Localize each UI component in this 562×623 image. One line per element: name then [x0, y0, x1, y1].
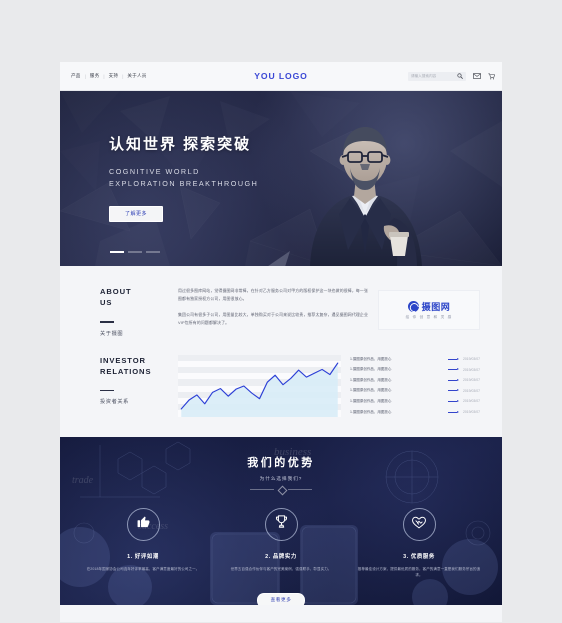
investor-title-en: INVESTOR RELATIONS [100, 355, 162, 377]
hero-title-en: COGNITIVE WORLD EXPLORATION BREAKTHROUGH [109, 166, 258, 190]
arrow-right-icon [448, 357, 460, 361]
advantage-item-3: 3. 优质服务 推荐最佳设计方案，提供最优质的服务，客户的满意一直是我们服务宗旨… [350, 507, 488, 579]
about-heading-block: ABOUT US 关于摄图 [100, 286, 162, 337]
arrow-right-icon [448, 378, 460, 382]
trophy-icon-circle [264, 507, 298, 541]
watermark-tagline: 给 你 创 意 和 灵 感 [405, 315, 453, 319]
list-item[interactable]: 1.摄图原创作品，用图放心 2019/03/07 [350, 376, 480, 385]
list-item[interactable]: 1.摄图原创作品，用图放心 2019/03/07 [350, 408, 480, 417]
website-mockup-page: 产品 | 服务 | 支持 | 关于人员 YOU LOGO 请输入搜索内容 认知世… [60, 62, 502, 622]
about-title-en: ABOUT US [100, 286, 162, 308]
trophy-icon [274, 514, 289, 534]
advantages-heading: 我们的优势 [247, 456, 315, 469]
about-paragraphs: 用过很多图库网站，觉得摄图网非常棒，在针对乙方服务公司对甲方的版权保护这一块也做… [178, 286, 368, 337]
advantages-ornament [250, 485, 312, 496]
advantages-columns: 1. 好评如潮 在2018年国家协会公司连年好评率最高，客户满意度最好的公司之一… [60, 507, 502, 579]
carousel-indicators[interactable] [110, 251, 160, 253]
about-title-cn: 关于摄图 [100, 330, 124, 337]
hero-text-block: 认知世界 探索突破 COGNITIVE WORLD EXPLORATION BR… [109, 133, 258, 222]
advantages-section: business trade success 我们的优势 为什么选择我们? 1.… [60, 436, 502, 605]
carousel-dot-3[interactable] [146, 251, 160, 253]
news-title[interactable]: 1.摄图原创作品，用图放心 [350, 357, 444, 362]
hero-learn-more-button[interactable]: 了解更多 [109, 205, 163, 222]
advantages-heading-block: 我们的优势 为什么选择我们? [60, 437, 502, 496]
advantage-title-3: 3. 优质服务 [403, 553, 435, 560]
news-title[interactable]: 1.摄图原创作品，用图放心 [350, 388, 444, 393]
news-title[interactable]: 1.摄图原创作品，用图放心 [350, 410, 444, 415]
investor-title-cn: 投资者关系 [100, 399, 129, 406]
news-date: 2019/03/07 [463, 410, 480, 415]
investor-divider [100, 389, 114, 392]
news-title[interactable]: 1.摄图原创作品，用图放心 [350, 367, 444, 372]
investor-heading-block: INVESTOR RELATIONS 投资者关系 [100, 355, 162, 417]
about-divider [100, 321, 114, 323]
advantage-title-2: 2. 品牌实力 [265, 553, 297, 560]
watermark-row: 摄图网 [407, 300, 451, 313]
news-date: 2019/03/07 [463, 367, 480, 372]
advantage-desc-2: 世界五百强合作伙伴与客户的完美案例，强强联手，彰显实力。 [230, 566, 332, 571]
about-title-en-line2: US [100, 298, 113, 307]
advantage-item-2: 2. 品牌实力 世界五百强合作伙伴与客户的完美案例，强强联手，彰显实力。 [212, 507, 350, 579]
hero-businessman-photo [310, 127, 422, 266]
news-title[interactable]: 1.摄图原创作品，用图放心 [350, 399, 444, 404]
list-item[interactable]: 1.摄图原创作品，用图放心 2019/03/07 [350, 365, 480, 374]
view-more-button[interactable]: 查看更多 [257, 592, 305, 605]
list-item[interactable]: 1.摄图原创作品，用图放心 2019/03/07 [350, 355, 480, 364]
carousel-dot-2[interactable] [128, 251, 142, 253]
handshake-heart-icon-circle [402, 507, 436, 541]
advantages-subheading: 为什么选择我们? [259, 475, 303, 481]
list-item[interactable]: 1.摄图原创作品，用图放心 2019/03/07 [350, 386, 480, 395]
hero-title-cn: 认知世界 探索突破 [109, 136, 252, 153]
hero-banner: 认知世界 探索突破 COGNITIVE WORLD EXPLORATION BR… [60, 91, 502, 266]
hero-title-en-line1: COGNITIVE WORLD [109, 167, 200, 176]
about-title-en-line1: ABOUT [100, 287, 132, 296]
watermark-name: 摄图网 [421, 302, 451, 312]
thumbs-up-icon [136, 514, 151, 534]
hero-title-en-line2: EXPLORATION BREAKTHROUGH [109, 178, 259, 188]
investor-title-en-line2: RELATIONS [100, 366, 152, 376]
list-item[interactable]: 1.摄图原创作品，用图放心 2019/03/07 [350, 397, 480, 406]
investor-content: 1.摄图原创作品，用图放心 2019/03/07 1.摄图原创作品，用图放心 2… [178, 354, 480, 417]
advantage-desc-3: 推荐最佳设计方案，提供最优质的服务，客户的满意一直是我们服务宗旨的追求。 [357, 566, 481, 578]
news-date: 2019/03/07 [463, 357, 480, 362]
handshake-heart-icon [411, 514, 427, 535]
top-navigation-bar: 产品 | 服务 | 支持 | 关于人员 YOU LOGO 请输入搜索内容 [60, 62, 502, 91]
watermark-logo-card: 摄图网 给 你 创 意 和 灵 感 [378, 290, 480, 330]
news-title[interactable]: 1.摄图原创作品，用图放心 [350, 378, 444, 383]
thumbs-up-icon-circle [126, 507, 160, 541]
news-date: 2019/03/07 [463, 378, 480, 383]
investor-title-en-line1: INVESTOR [100, 355, 146, 365]
arrow-right-icon [448, 399, 460, 403]
about-paragraph-1: 用过很多图库网站，觉得摄图网非常棒，在针对乙方服务公司对甲方的版权保护这一块也做… [178, 288, 368, 301]
investor-line-chart [178, 354, 341, 417]
advantage-title-1: 1. 好评如潮 [127, 553, 159, 560]
arrow-right-icon [448, 368, 460, 371]
carousel-dot-1[interactable] [110, 251, 124, 253]
about-section: ABOUT US 关于摄图 用过很多图库网站，觉得摄图网非常棒，在针对乙方服务公… [60, 266, 502, 351]
chart-plot-area [180, 362, 339, 417]
news-list: 1.摄图原创作品，用图放心 2019/03/07 1.摄图原创作品，用图放心 2… [350, 355, 480, 417]
watermark-mark-icon [407, 301, 419, 312]
advantage-item-1: 1. 好评如潮 在2018年国家协会公司连年好评率最高，客户满意度最好的公司之一… [74, 507, 212, 579]
news-date: 2019/03/07 [463, 399, 480, 404]
arrow-right-icon [448, 389, 460, 392]
investor-relations-section: INVESTOR RELATIONS 投资者关系 1.摄图原创作品，用图放心 2… [60, 350, 502, 437]
about-content: 用过很多图库网站，觉得摄图网非常棒，在针对乙方服务公司对甲方的版权保护这一块也做… [178, 286, 480, 337]
site-logo[interactable]: YOU LOGO [60, 71, 502, 81]
about-paragraph-2: 集团公司有很多子公司，用图量比较大，单独购买对于公司来说比较贵，推荐太复杂，遇见… [178, 312, 368, 325]
news-date: 2019/03/07 [463, 388, 480, 393]
arrow-right-icon [448, 410, 460, 414]
advantage-desc-1: 在2018年国家协会公司连年好评率最高，客户满意度最好的公司之一。 [86, 566, 200, 571]
